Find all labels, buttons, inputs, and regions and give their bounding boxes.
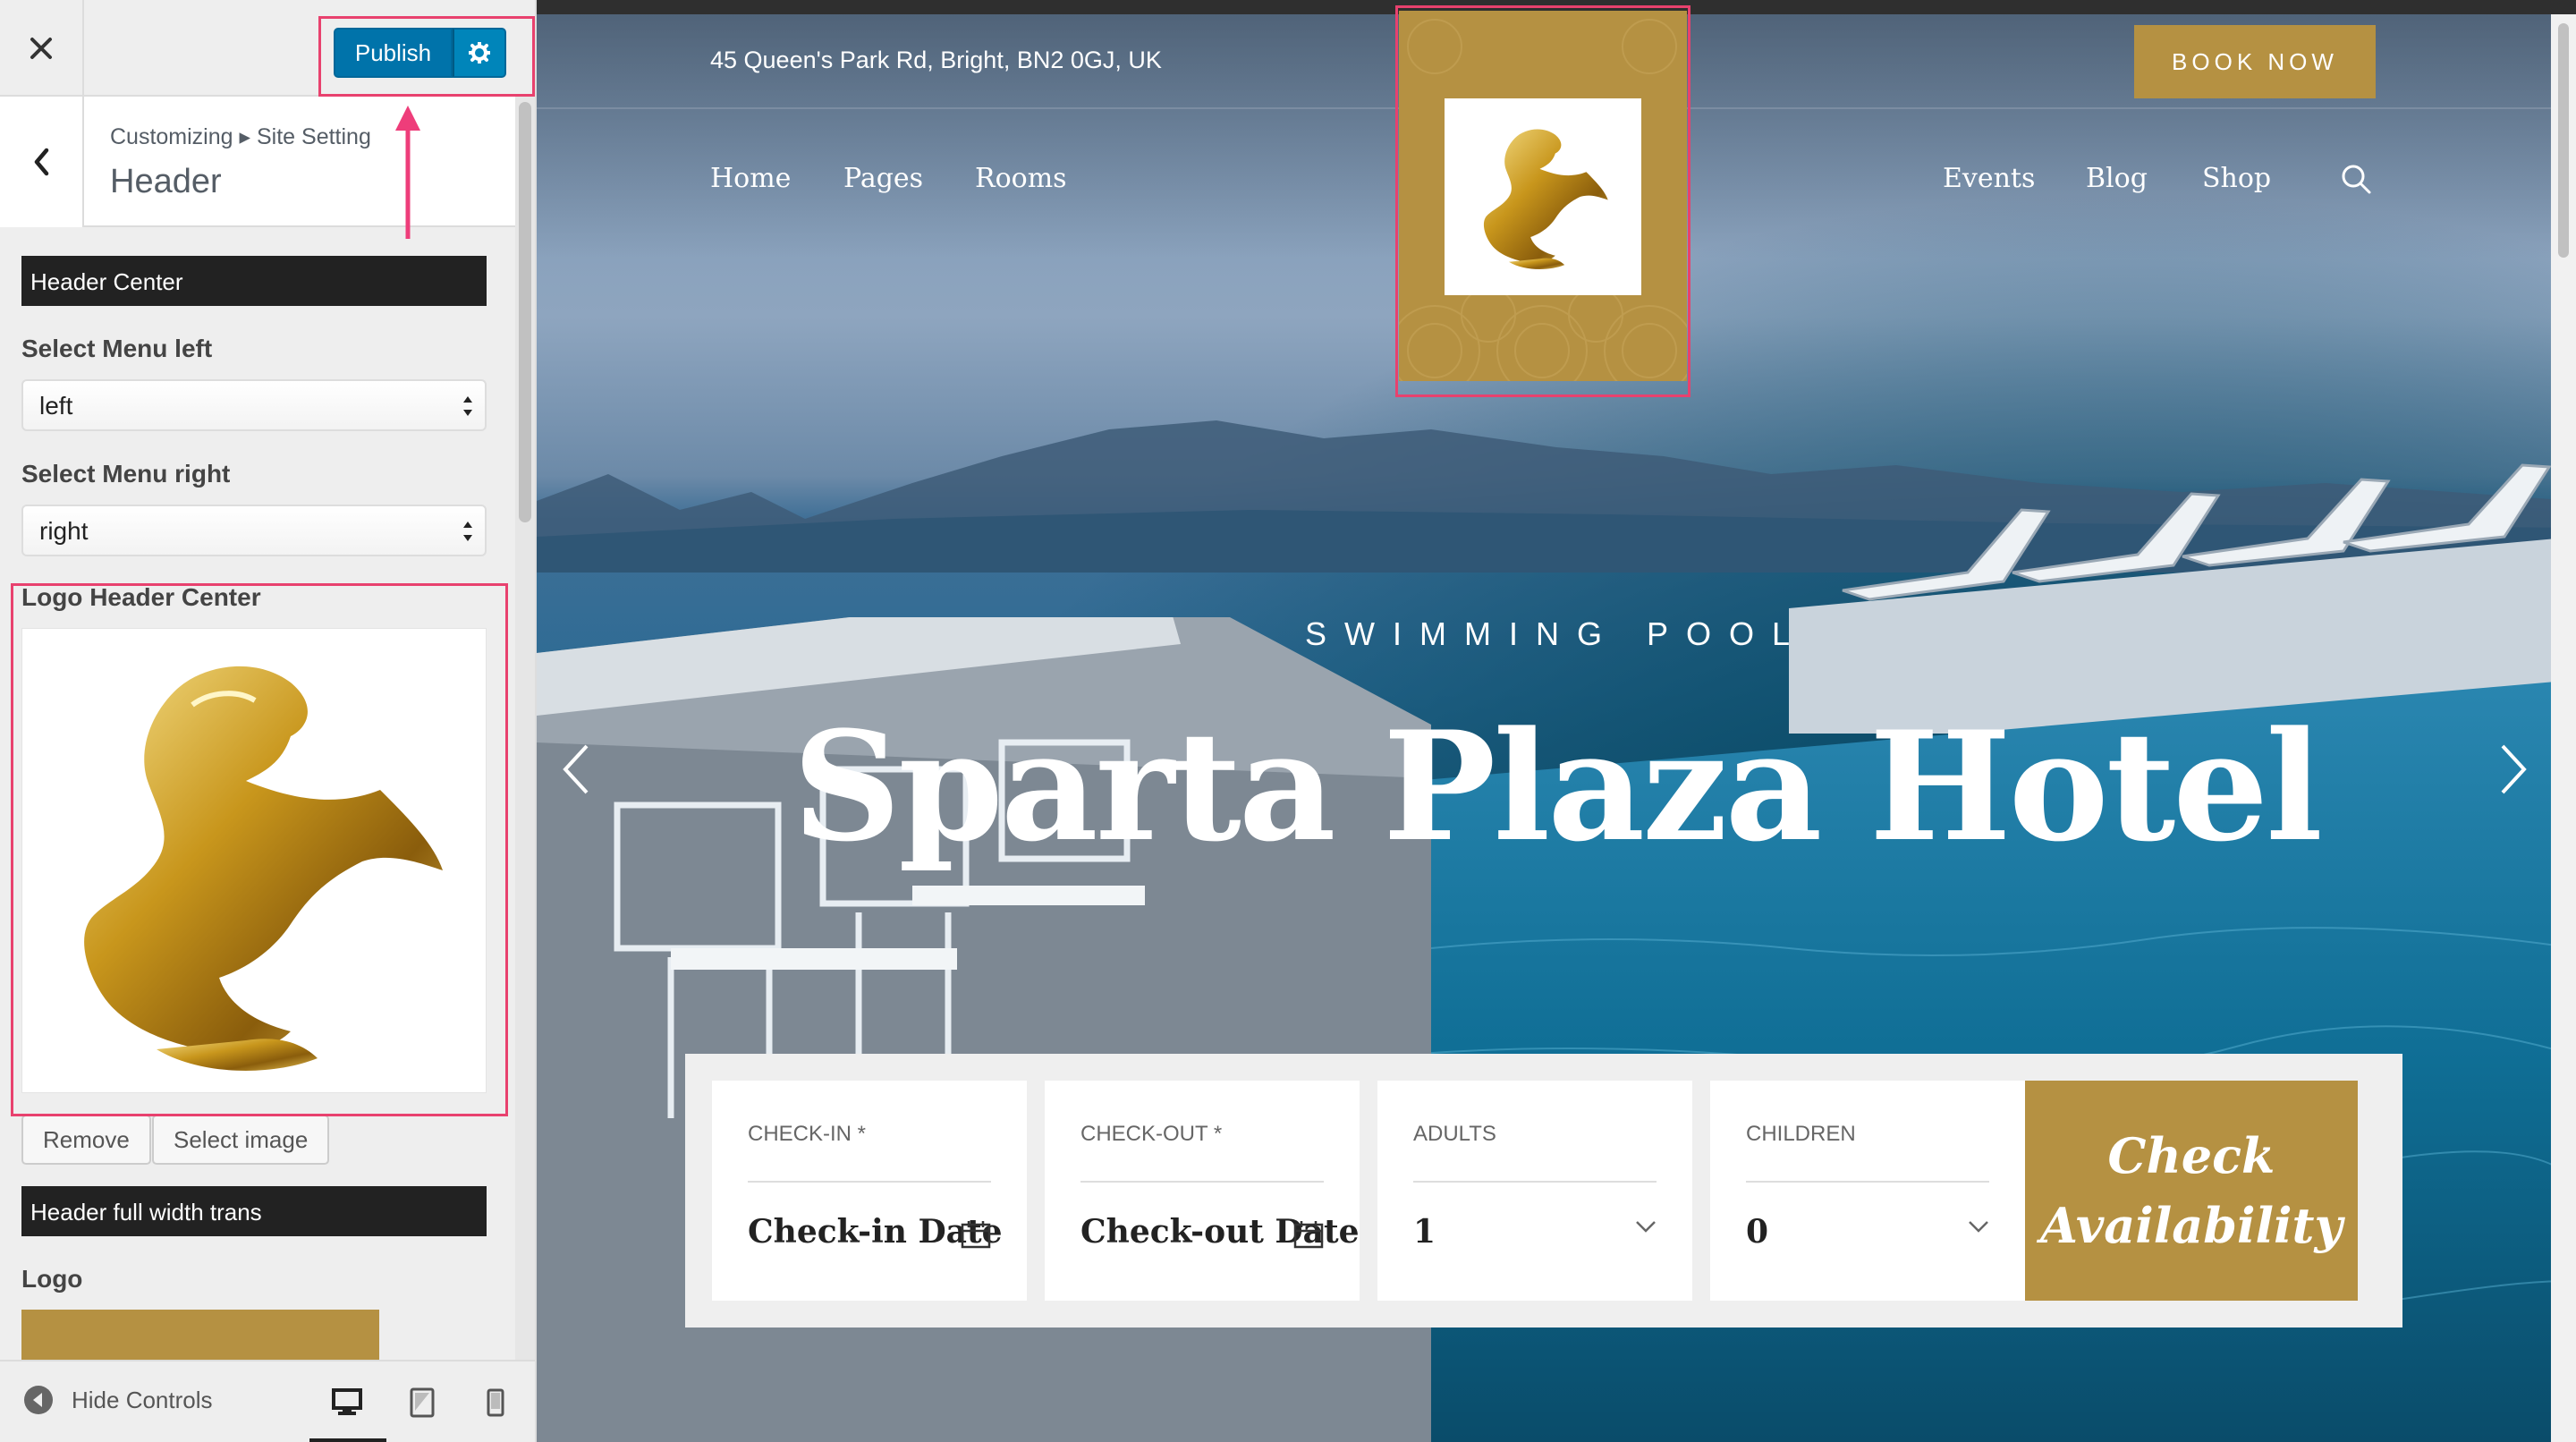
nav-home[interactable]: Home: [710, 163, 791, 194]
hide-controls-label: Hide Controls: [72, 1386, 213, 1413]
check-availability-line2: Availability: [2040, 1197, 2343, 1254]
book-now-button[interactable]: BOOK NOW: [2134, 25, 2376, 98]
active-device-indicator: [309, 1438, 386, 1442]
adults-value[interactable]: 1: [1413, 1213, 1436, 1251]
hero-title: Sparta Plaza Hotel: [792, 698, 2323, 875]
logo-label: Logo: [21, 1265, 83, 1293]
children-value[interactable]: 0: [1746, 1213, 1768, 1251]
customizer-header: Publish: [0, 0, 535, 97]
mobile-icon: [487, 1388, 504, 1417]
logo-thumbnail[interactable]: [21, 1310, 379, 1360]
hide-controls-button[interactable]: Hide Controls: [23, 1385, 213, 1415]
header-full-width-heading: Header full width trans: [21, 1186, 487, 1236]
checkin-label: CHECK-IN *: [748, 1122, 867, 1146]
publish-control: Publish: [334, 28, 506, 78]
sidebar-scroll-thumb[interactable]: [519, 102, 531, 522]
check-availability-line1: Check: [2107, 1127, 2275, 1184]
calendar-icon: [961, 1221, 991, 1249]
check-availability-button[interactable]: Check Availability: [2025, 1081, 2358, 1301]
annotation-arrow-icon: [395, 106, 420, 239]
preview-desktop-button[interactable]: [320, 1378, 374, 1428]
divider: [748, 1181, 991, 1183]
checkin-field[interactable]: CHECK-IN * Check-in Date: [712, 1081, 1027, 1301]
select-arrows-icon: [463, 522, 472, 541]
nav-events[interactable]: Events: [1943, 163, 2035, 194]
menu-right-select[interactable]: right: [21, 505, 487, 556]
site-logo-block[interactable]: [1399, 11, 1687, 381]
site-preview: 45 Queen's Park Rd, Bright, BN2 0GJ, UK …: [537, 0, 2576, 1442]
preview-tablet-button[interactable]: [395, 1378, 449, 1428]
menu-left-value: left: [39, 392, 73, 420]
adults-label: ADULTS: [1413, 1122, 1496, 1146]
nav-rooms[interactable]: Rooms: [975, 163, 1067, 194]
preview-mobile-button[interactable]: [469, 1378, 522, 1428]
children-label: CHILDREN: [1746, 1122, 1856, 1146]
checkout-label: CHECK-OUT *: [1080, 1122, 1223, 1146]
booking-form: CHECK-IN * Check-in Date CHECK-OUT * Che…: [685, 1054, 2402, 1327]
hero-kicker: SWIMMING POOL: [1304, 615, 1808, 652]
golden-horse-logo: [1483, 129, 1608, 269]
sidebar-scrollbar[interactable]: [515, 97, 535, 1360]
chevron-down-icon: [1969, 1221, 1988, 1233]
preview-scroll-thumb[interactable]: [2558, 23, 2569, 258]
remove-logo-button[interactable]: Remove: [21, 1115, 151, 1165]
gear-icon: [469, 42, 490, 64]
menu-right-label: Select Menu right: [21, 460, 231, 488]
desktop-icon: [332, 1388, 362, 1415]
nav-shop[interactable]: Shop: [2202, 163, 2271, 194]
chevron-left-icon: [34, 148, 49, 176]
children-field[interactable]: CHILDREN 0: [1710, 1081, 2025, 1301]
menu-left-select[interactable]: left: [21, 379, 487, 431]
customizer-footer: Hide Controls: [0, 1360, 535, 1442]
collapse-arrow-icon: [24, 1386, 53, 1414]
menu-right-value: right: [39, 517, 89, 545]
hotel-address: 45 Queen's Park Rd, Bright, BN2 0GJ, UK: [710, 47, 1162, 73]
breadcrumb: Customizing ▸ Site Setting: [110, 124, 371, 149]
nav-pages[interactable]: Pages: [843, 163, 923, 194]
adults-field[interactable]: ADULTS 1: [1377, 1081, 1692, 1301]
chevron-left-icon[interactable]: [560, 742, 590, 796]
logo-preview-image[interactable]: [21, 628, 487, 1093]
select-image-button[interactable]: Select image: [152, 1115, 330, 1165]
divider: [1080, 1181, 1324, 1183]
logo-header-center-label: Logo Header Center: [21, 583, 261, 611]
golden-horse-logo: [84, 666, 443, 1071]
close-customizer-button[interactable]: [0, 0, 84, 97]
header-center-heading: Header Center: [21, 256, 487, 306]
back-button[interactable]: [0, 97, 84, 227]
checkout-field[interactable]: CHECK-OUT * Check-out Date: [1045, 1081, 1360, 1301]
site-logo-image: [1445, 98, 1641, 295]
section-title: Header: [110, 163, 222, 200]
chevron-right-icon[interactable]: [2499, 742, 2529, 796]
preview-scrollbar[interactable]: [2551, 14, 2576, 1442]
tablet-icon: [410, 1387, 435, 1418]
divider: [1413, 1181, 1657, 1183]
nav-blog[interactable]: Blog: [2086, 163, 2148, 194]
publish-settings-button[interactable]: [453, 28, 506, 78]
controls-panel: Header Center Select Menu left left Sele…: [0, 229, 515, 1360]
publish-button[interactable]: Publish: [334, 28, 453, 78]
customizer-sidebar: Publish Customizing ▸ Site Setting Heade…: [0, 0, 537, 1442]
chevron-down-icon: [1636, 1221, 1656, 1233]
select-arrows-icon: [463, 396, 472, 416]
search-icon[interactable]: [2340, 163, 2372, 195]
divider: [1746, 1181, 1989, 1183]
menu-left-label: Select Menu left: [21, 335, 213, 362]
calendar-icon: [1293, 1221, 1324, 1249]
close-icon: [30, 38, 52, 59]
section-header: Customizing ▸ Site Setting Header: [0, 97, 535, 227]
